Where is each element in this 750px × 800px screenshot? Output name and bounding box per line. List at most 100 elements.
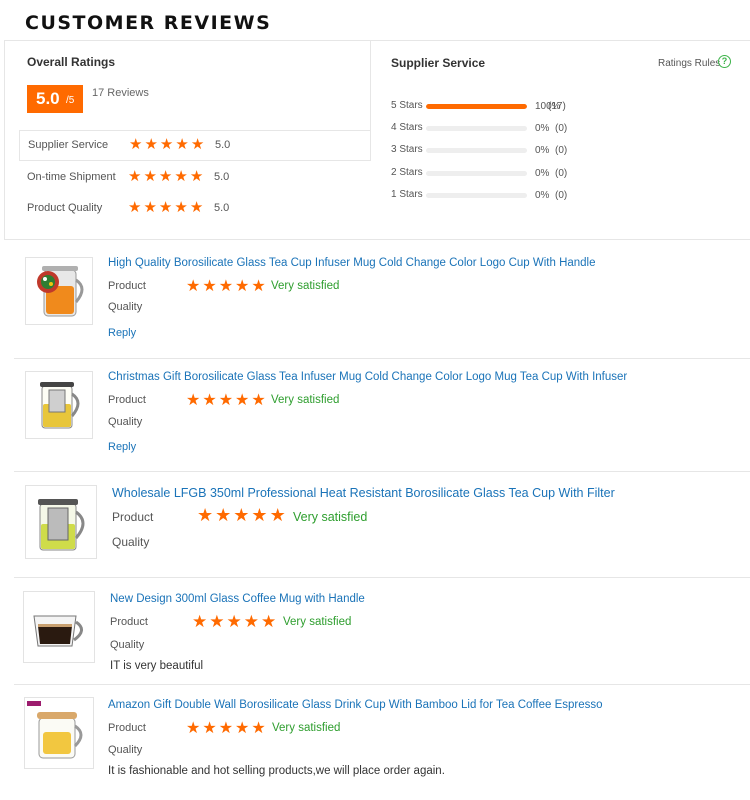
rating-stars: ★ ★ ★ ★ ★ [192,614,278,632]
question-circle-icon[interactable]: ? [718,55,731,68]
glass-mug-image [40,382,80,429]
rating-stars: ★ ★ ★ ★ ★ [197,507,288,526]
reply-link[interactable]: Reply [108,441,136,453]
distribution-count: (0) [555,168,568,179]
rating-stars: ★ ★ ★ ★ ★ [186,720,268,738]
star-icon: ★ [215,505,232,526]
rating-stars: ★ ★ ★ ★ ★ [186,278,268,296]
star-icon: ★ [251,390,266,409]
star-icon: ★ [251,505,268,526]
product-thumbnail[interactable] [25,257,93,325]
star-icon: ★ [158,198,173,216]
ratings-rules-link[interactable]: Ratings Rules [658,58,720,69]
rating-text: Very satisfied [283,616,352,628]
metric-label: Product Quality [27,202,103,214]
metric-value: 5.0 [214,171,230,183]
star-icon: ★ [144,135,158,153]
overall-ratings-title: Overall Ratings [27,55,116,69]
star-icon: ★ [226,612,242,632]
distribution-row-3: 3 Stars 0% (0) [391,144,691,158]
star-icon: ★ [174,167,188,185]
metric-supplier-service: Supplier Service ★ ★ ★ ★ ★ 5.0 [19,131,371,161]
star-icon: ★ [158,167,173,185]
overall-score-max: /5 [66,95,75,106]
product-thumbnail[interactable] [23,591,95,663]
star-icon: ★ [189,198,204,216]
distribution-percent: 0% [535,190,550,201]
distribution-row-2: 2 Stars 0% (0) [391,167,691,181]
star-icon: ★ [233,505,250,526]
distribution-count: (0) [555,145,568,156]
product-thumbnail[interactable] [25,485,97,559]
star-icon: ★ [192,612,208,632]
coffee-mug-image [33,615,83,647]
distribution-label: 3 Stars [391,144,423,155]
product-title-link[interactable]: Amazon Gift Double Wall Borosilicate Gla… [108,699,603,711]
star-icon: ★ [209,612,225,632]
distribution-count: (0) [555,123,568,134]
star-icon: ★ [235,390,250,409]
metric-on-time-shipment: On-time Shipment ★ ★ ★ ★ ★ 5.0 [19,163,371,193]
distribution-count: (17) [548,101,566,112]
rating-text: Very satisfied [293,510,368,524]
distribution-percent: 0% [535,145,550,156]
product-thumbnail[interactable] [25,371,93,439]
rating-text: Very satisfied [271,280,340,292]
distribution-bar [426,193,527,198]
distribution-row-4: 4 Stars 0% (0) [391,122,691,136]
review-item: High Quality Borosilicate Glass Tea Cup … [14,246,750,359]
product-title-link[interactable]: Wholesale LFGB 350ml Professional Heat R… [112,486,615,500]
star-icon: ★ [235,276,250,295]
star-icon: ★ [143,167,157,185]
metric-stars: ★ ★ ★ ★ ★ [128,168,205,186]
star-icon: ★ [202,390,217,409]
quality-label: Quality [108,744,143,756]
star-icon: ★ [128,167,142,185]
metric-label: Supplier Service [28,139,109,151]
quality-label: Quality [108,416,143,428]
star-icon: ★ [218,390,234,409]
product-label: Product [108,280,146,292]
metric-product-quality: Product Quality ★ ★ ★ ★ ★ 5.0 [19,194,371,224]
reply-link[interactable]: Reply [108,327,136,339]
bamboo-lid-cup-image [27,701,83,759]
star-icon: ★ [174,198,188,216]
star-icon: ★ [251,276,266,295]
distribution-label: 2 Stars [391,167,423,178]
filter-cup-image [38,499,85,551]
distribution-row-1: 1 Stars 0% (0) [391,189,691,203]
rating-stars: ★ ★ ★ ★ ★ [186,392,268,410]
review-comment: IT is very beautiful [110,660,204,672]
product-title-link[interactable]: Christmas Gift Borosilicate Glass Tea In… [108,371,627,383]
review-item: Amazon Gift Double Wall Borosilicate Gla… [14,685,750,798]
distribution-fill [426,104,527,109]
rating-text: Very satisfied [272,722,341,734]
review-item: Christmas Gift Borosilicate Glass Tea In… [14,359,750,472]
metric-stars: ★ ★ ★ ★ ★ [128,199,205,217]
star-icon: ★ [189,167,204,185]
quality-label: Quality [108,301,143,313]
distribution-label: 4 Stars [391,122,423,133]
star-icon: ★ [218,718,234,737]
star-icon: ★ [202,276,217,295]
score-badge: 5.0 /5 [27,85,83,113]
star-icon: ★ [186,718,201,737]
metric-value: 5.0 [215,139,231,151]
star-icon: ★ [186,390,201,409]
product-title-link[interactable]: High Quality Borosilicate Glass Tea Cup … [108,257,596,269]
review-count: 17 Reviews [92,87,149,99]
star-icon: ★ [186,276,201,295]
product-label: Product [108,722,146,734]
product-title-link[interactable]: New Design 300ml Glass Coffee Mug with H… [110,593,365,605]
product-label: Product [110,616,148,628]
metric-value: 5.0 [214,202,230,214]
review-item: New Design 300ml Glass Coffee Mug with H… [14,578,750,685]
star-icon: ★ [159,135,174,153]
distribution-percent: 0% [535,123,550,134]
star-icon: ★ [129,135,143,153]
star-icon: ★ [269,505,286,526]
star-icon: ★ [218,276,234,295]
product-thumbnail[interactable] [24,697,94,769]
metric-label: On-time Shipment [27,171,116,183]
quality-label: Quality [112,535,150,549]
